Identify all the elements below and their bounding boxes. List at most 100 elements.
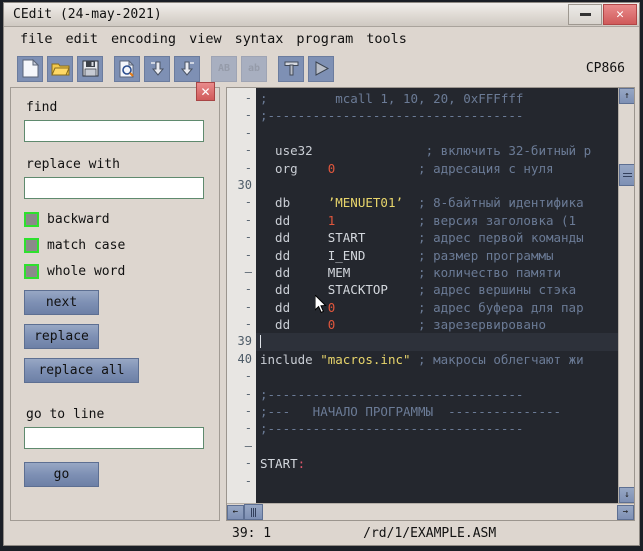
open-folder-icon [51, 61, 70, 77]
scroll-left-button[interactable]: ← [227, 505, 244, 520]
menu-item-syntax[interactable]: syntax [235, 30, 291, 48]
checkbox-match-case[interactable]: match case [24, 238, 207, 253]
goto-line-label: go to line [26, 407, 207, 422]
vertical-scrollbar[interactable]: ↑ ↓ [618, 88, 634, 503]
replace-all-button[interactable]: replace all [24, 358, 139, 383]
title-bar: CEdit (24-may-2021) ✕ [4, 3, 639, 27]
line-marker: - [227, 212, 256, 229]
body-area: ✕ find replace with backward match case … [4, 87, 639, 521]
goto-prev-button[interactable] [174, 56, 200, 82]
file-path: /rd/1/EXAMPLE.ASM [363, 526, 496, 541]
window-controls: ✕ [567, 4, 637, 25]
line-marker: - [227, 420, 256, 437]
goto-line-button[interactable]: go [24, 462, 99, 487]
code-line: include "macros.inc" ; макросы облегчают… [256, 351, 618, 368]
menu-item-encoding[interactable]: encoding [111, 30, 183, 48]
grip-line [623, 176, 632, 177]
menu-item-view[interactable]: view [189, 30, 229, 48]
line-number-gutter: -----30----—---3940----—-- [227, 88, 256, 503]
code-token: "macros.inc" [320, 352, 410, 367]
save-floppy-icon [82, 60, 99, 77]
close-find-panel-button[interactable]: ✕ [196, 82, 215, 101]
line-marker: - [227, 403, 256, 420]
checkbox-icon [24, 212, 39, 227]
find-next-button[interactable]: next [24, 290, 99, 315]
code-token: org [260, 161, 328, 176]
cursor-position: 39: 1 [232, 526, 271, 541]
code-token: ; 8-байтный идентифика [403, 195, 584, 210]
encoding-indicator[interactable]: CP866 [586, 61, 625, 76]
replace-button[interactable]: replace [24, 324, 99, 349]
open-file-button[interactable] [47, 56, 73, 82]
find-page-icon [119, 60, 136, 78]
find-input[interactable] [24, 120, 204, 142]
lowercase-ab-icon: ab [248, 63, 260, 74]
menu-item-tools[interactable]: tools [366, 30, 414, 48]
vertical-scroll-thumb[interactable] [619, 164, 634, 186]
find-label: find [26, 100, 207, 115]
code-area[interactable]: ; mcall 1, 10, 20, 0xFFFfff ;------------… [256, 88, 618, 503]
checkbox-label: backward [47, 212, 110, 227]
menu-item-file[interactable]: file [20, 30, 60, 48]
code-token: ;---------------------------------- [260, 387, 523, 402]
toolbar: AB ab CP866 [4, 50, 639, 87]
line-marker: - [227, 90, 256, 107]
checkbox-label: whole word [47, 264, 125, 279]
checkbox-icon [24, 264, 39, 279]
code-line: ; mcall 1, 10, 20, 0xFFFfff [256, 90, 618, 107]
code-token: STACKTOP [328, 282, 388, 297]
code-line: dd 0 ; зарезервировано [256, 316, 618, 333]
menu-item-program[interactable]: program [296, 30, 360, 48]
horizontal-scrollbar[interactable]: ← → [227, 503, 634, 520]
checkbox-backward[interactable]: backward [24, 212, 207, 227]
uppercase-ab-icon: AB [218, 63, 230, 74]
line-marker: - [227, 247, 256, 264]
menu-item-edit[interactable]: edit [66, 30, 106, 48]
scroll-down-button[interactable]: ↓ [619, 487, 634, 503]
line-marker: — [227, 264, 256, 281]
save-file-button[interactable] [77, 56, 103, 82]
scroll-up-button[interactable]: ↑ [619, 88, 634, 104]
minimize-button[interactable] [568, 4, 602, 25]
code-line [256, 438, 618, 455]
code-token: ; количество памяти [350, 265, 561, 280]
arrow-down-out-icon [179, 60, 196, 78]
replace-input[interactable] [24, 177, 204, 199]
code-token: START [328, 230, 366, 245]
code-token: use32 [260, 143, 313, 158]
window-title: CEdit (24-may-2021) [13, 7, 162, 22]
code-token: ; адрес вершины стэка [388, 282, 576, 297]
code-line: db ’MENUET01’ ; 8-байтный идентифика [256, 194, 618, 211]
code-token: db [260, 195, 328, 210]
line-marker: — [227, 438, 256, 455]
close-window-button[interactable]: ✕ [603, 4, 637, 25]
scroll-right-button[interactable]: → [617, 505, 634, 520]
goto-next-button[interactable] [144, 56, 170, 82]
code-token: dd [260, 213, 328, 228]
grip-line [255, 508, 256, 517]
minimize-icon [580, 13, 591, 16]
code-token: ’MENUET01’ [328, 195, 403, 210]
code-token: ; включить 32-битный р [313, 143, 591, 158]
line-marker: - [227, 142, 256, 159]
horizontal-scroll-track[interactable] [244, 504, 617, 520]
line-marker: - [227, 160, 256, 177]
text-caret [260, 335, 261, 348]
vertical-scroll-track[interactable] [619, 104, 634, 487]
build-button[interactable] [278, 56, 304, 82]
new-file-button[interactable] [17, 56, 43, 82]
goto-line-input[interactable] [24, 427, 204, 449]
replace-label: replace with [26, 157, 207, 172]
find-in-file-button[interactable] [114, 56, 140, 82]
uppercase-button: AB [211, 56, 237, 82]
code-token: ; адресация с нуля [335, 161, 553, 176]
checkbox-whole-word[interactable]: whole word [24, 264, 207, 279]
grip-line [253, 508, 254, 517]
code-token: MEM [328, 265, 351, 280]
line-marker: - [227, 229, 256, 246]
code-line [256, 125, 618, 142]
run-play-icon [313, 60, 330, 77]
close-icon: ✕ [200, 85, 210, 99]
run-button[interactable] [308, 56, 334, 82]
horizontal-scroll-thumb[interactable] [244, 504, 263, 520]
